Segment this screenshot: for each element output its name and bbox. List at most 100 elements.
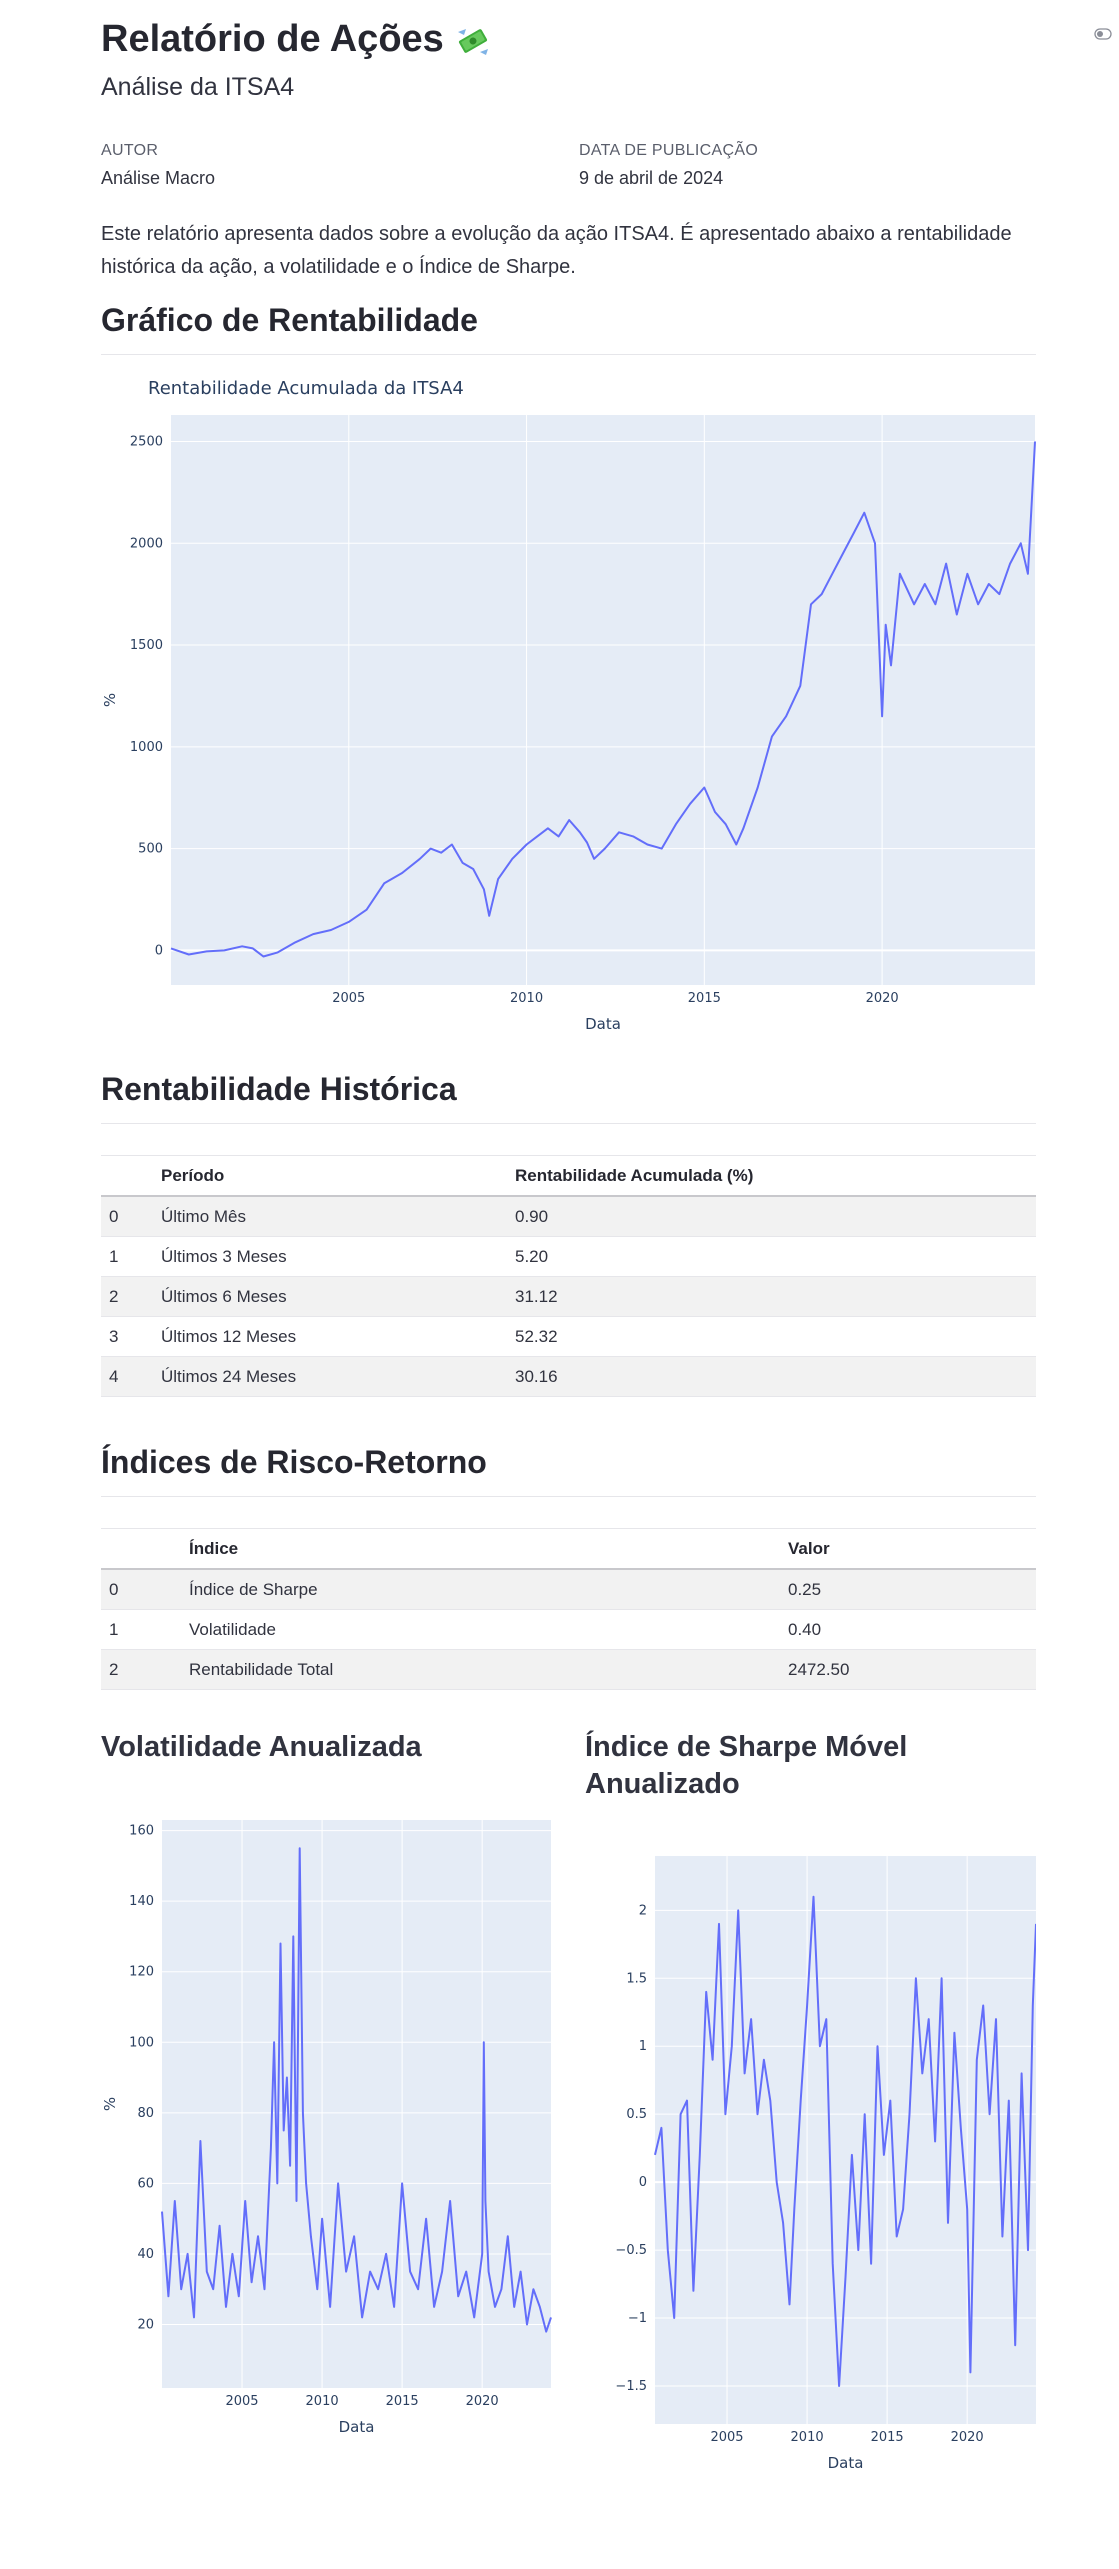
- table-row: 1 Volatilidade 0.40: [101, 1609, 1036, 1650]
- cumulative-return-chart[interactable]: 2005 2010 2015 2020 0 500 1000 1500 2000 2500 Rent…: [101, 362, 1036, 1042]
- y-tick-label: 0: [155, 943, 163, 958]
- row-index: 2: [101, 1649, 181, 1690]
- y-tick-label: 1500: [130, 638, 163, 653]
- table-cell: 0.40: [780, 1609, 1036, 1650]
- table-row: 0 Índice de Sharpe 0.25: [101, 1569, 1036, 1610]
- table-cell: Últimos 24 Meses: [153, 1356, 507, 1397]
- author-label: AUTOR: [101, 142, 159, 159]
- row-index: 2: [101, 1276, 153, 1317]
- table-cell: Volatilidade: [181, 1609, 780, 1650]
- y-tick-label: 0: [639, 2175, 647, 2190]
- table-cell: Últimos 6 Meses: [153, 1276, 507, 1317]
- column-header[interactable]: Rentabilidade Acumulada (%): [507, 1155, 1036, 1197]
- y-tick-label: −1.5: [615, 2379, 647, 2394]
- table-row: 2 Últimos 6 Meses 31.12: [101, 1276, 1036, 1317]
- table-cell: Último Mês: [153, 1196, 507, 1237]
- y-tick-label: 500: [138, 842, 163, 857]
- row-index: 3: [101, 1316, 153, 1357]
- publication-date-label: DATA DE PUBLICAÇÃO: [579, 142, 759, 159]
- sharpe-chart[interactable]: 2005 2010 2015 2020 −1.5 −1 −0.5 0 0.5 1 1.5 2 Data: [585, 1836, 1036, 2476]
- historical-return-heading: Rentabilidade Histórica: [101, 1071, 457, 1107]
- x-tick-label: 2005: [225, 2394, 258, 2409]
- intro-paragraph: Este relatório apresenta dados sobre a e…: [101, 223, 1012, 278]
- row-index: 0: [101, 1196, 153, 1237]
- author-value: Análise Macro: [101, 168, 216, 188]
- x-tick-label: 2015: [688, 991, 721, 1006]
- row-index: 0: [101, 1569, 181, 1610]
- table-cell: Rentabilidade Total: [181, 1649, 780, 1690]
- x-tick-label: 2010: [791, 2430, 824, 2445]
- row-index: 1: [101, 1609, 181, 1650]
- publication-date-value: 9 de abril de 2024: [579, 168, 724, 188]
- y-axis-label: %: [101, 2097, 119, 2111]
- risk-return-heading: Índices de Risco-Retorno: [101, 1444, 487, 1480]
- table-row: 4 Últimos 24 Meses 30.16: [101, 1356, 1036, 1397]
- column-header[interactable]: Período: [153, 1155, 507, 1197]
- table-row: 0 Último Mês 0.90: [101, 1196, 1036, 1237]
- page-subtitle: Análise da ITSA4: [101, 73, 295, 101]
- y-tick-label: −0.5: [615, 2243, 647, 2258]
- page-title: Relatório de Ações: [101, 18, 492, 61]
- y-tick-label: 2000: [130, 536, 163, 551]
- table-row: 2 Rentabilidade Total 2472.50: [101, 1649, 1036, 1690]
- x-tick-label: 2020: [951, 2430, 984, 2445]
- y-tick-label: 40: [137, 2247, 154, 2262]
- table-cell: Últimos 3 Meses: [153, 1236, 507, 1277]
- y-tick-label: 160: [129, 1824, 154, 1839]
- row-index: 1: [101, 1236, 153, 1277]
- y-tick-label: 140: [129, 1894, 154, 1909]
- historical-return-table[interactable]: Período Rentabilidade Acumulada (%) 0 Últi…: [101, 1155, 1036, 1397]
- divider: [101, 354, 1036, 355]
- y-tick-label: 1: [639, 2039, 647, 2054]
- table-row: 3 Últimos 12 Meses 52.32: [101, 1316, 1036, 1357]
- x-axis-label: Data: [828, 2454, 864, 2472]
- row-index: 4: [101, 1356, 153, 1397]
- table-cell: 0.90: [507, 1196, 1036, 1237]
- x-tick-label: 2015: [871, 2430, 904, 2445]
- table-cell: Últimos 12 Meses: [153, 1316, 507, 1357]
- x-tick-label: 2015: [386, 2394, 419, 2409]
- theme-toggle-icon[interactable]: [1094, 28, 1112, 40]
- risk-return-table[interactable]: Índice Valor 0 Índice de Sharpe 0.25 1 Volati…: [101, 1528, 1036, 1690]
- index-header[interactable]: [101, 1528, 181, 1570]
- column-header[interactable]: Índice: [181, 1528, 780, 1570]
- column-header[interactable]: Valor: [780, 1528, 1036, 1570]
- volatility-chart[interactable]: 2005 2010 2015 202020406080100120140160Data…: [101, 1800, 561, 2440]
- y-tick-label: 60: [137, 2176, 154, 2191]
- volatility-heading: Volatilidade Anualizada: [101, 1731, 422, 1763]
- index-header[interactable]: [101, 1155, 153, 1197]
- chart-title: Rentabilidade Acumulada da ITSA4: [148, 378, 464, 399]
- table-cell: 5.20: [507, 1236, 1036, 1277]
- x-tick-label: 2010: [510, 991, 543, 1006]
- plot-area[interactable]: [655, 1856, 1036, 2424]
- x-tick-label: 2005: [332, 991, 365, 1006]
- table-cell: 30.16: [507, 1356, 1036, 1397]
- sharpe-heading: Índice de Sharpe Móvel Anualizado: [585, 1731, 908, 1800]
- x-tick-label: 2020: [866, 991, 899, 1006]
- x-tick-label: 2020: [466, 2394, 499, 2409]
- x-axis-label: Data: [585, 1015, 621, 1033]
- divider: [101, 1496, 1036, 1497]
- table-cell: Índice de Sharpe: [181, 1569, 780, 1610]
- table-cell: 2472.50: [780, 1649, 1036, 1690]
- table-header-row: Índice Valor: [101, 1528, 1036, 1570]
- y-tick-label: 1.5: [626, 1971, 647, 1986]
- y-tick-label: 2: [639, 1903, 647, 1918]
- money-with-wings-icon: [457, 28, 488, 55]
- y-tick-label: −1: [628, 2311, 647, 2326]
- x-tick-label: 2005: [710, 2430, 743, 2445]
- y-tick-label: 20: [137, 2317, 154, 2332]
- return-chart-heading: Gráfico de Rentabilidade: [101, 302, 478, 338]
- x-axis-label: Data: [339, 2418, 375, 2436]
- y-tick-label: 120: [129, 1965, 154, 1980]
- x-tick-label: 2010: [306, 2394, 339, 2409]
- table-cell: 52.32: [507, 1316, 1036, 1357]
- plot-area[interactable]: [171, 415, 1035, 985]
- table-cell: 31.12: [507, 1276, 1036, 1317]
- y-axis-label: %: [101, 693, 119, 707]
- plot-area[interactable]: [162, 1820, 551, 2388]
- table-cell: 0.25: [780, 1569, 1036, 1610]
- table-row: 1 Últimos 3 Meses 5.20: [101, 1236, 1036, 1277]
- y-tick-label: 100: [129, 2035, 154, 2050]
- divider: [101, 1123, 1036, 1124]
